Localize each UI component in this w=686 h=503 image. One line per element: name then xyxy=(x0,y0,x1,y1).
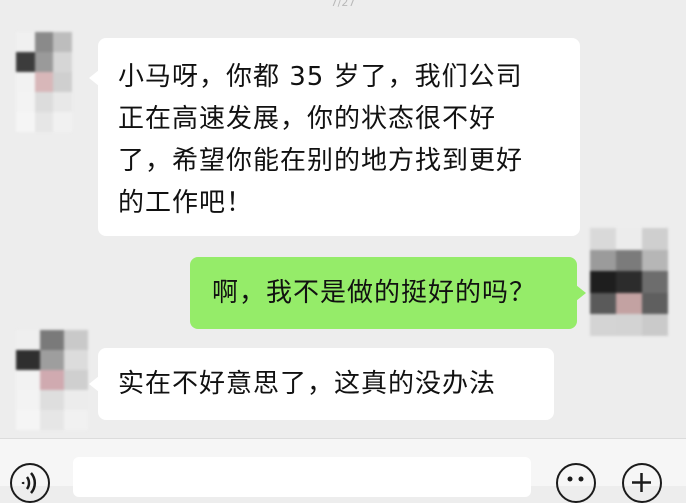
voice-icon[interactable] xyxy=(10,463,50,503)
message-input[interactable] xyxy=(73,457,531,497)
message-bubble-incoming[interactable]: 小马呀，你都 35 岁了，我们公司 正在高速发展，你的状态很不好 了，希望你能在… xyxy=(89,38,580,236)
message-bubble-incoming[interactable]: 实在不好意思了，这真的没办法 xyxy=(89,348,554,420)
chat-input-bar xyxy=(0,438,686,503)
message-line: 小马呀，你都 35 岁了，我们公司 xyxy=(118,62,523,92)
message-bubble-outgoing[interactable]: 啊，我不是做的挺好的吗？ xyxy=(190,257,586,329)
self-avatar[interactable] xyxy=(590,228,668,336)
contact-avatar[interactable] xyxy=(16,330,88,430)
timestamp-fragment: 7/27 xyxy=(330,0,356,9)
message-line: 了，希望你能在别的地方找到更好 xyxy=(118,146,524,176)
message-line: 啊，我不是做的挺好的吗？ xyxy=(212,278,537,308)
plus-icon[interactable] xyxy=(622,463,662,503)
emoji-icon[interactable] xyxy=(556,463,596,503)
message-line: 正在高速发展，你的状态很不好 xyxy=(118,104,497,134)
message-line: 实在不好意思了，这真的没办法 xyxy=(118,369,497,399)
contact-avatar[interactable] xyxy=(16,32,72,132)
message-line: 的工作吧！ xyxy=(118,188,254,218)
